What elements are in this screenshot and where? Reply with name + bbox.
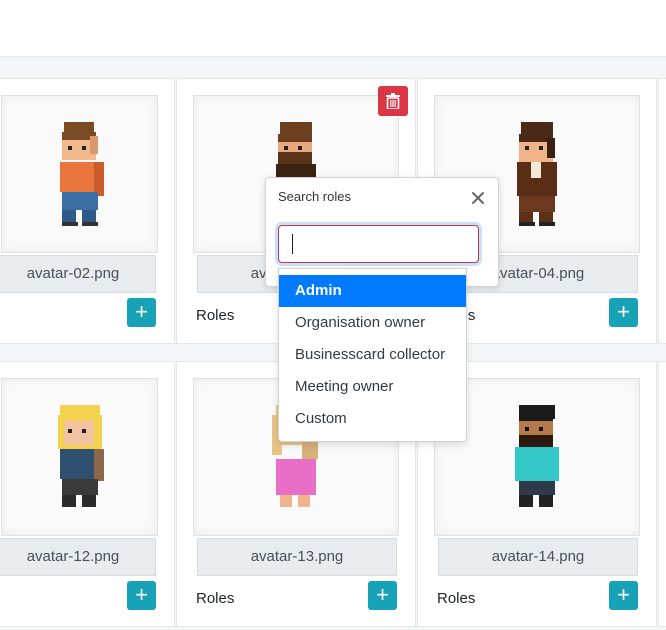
add-role-button[interactable]: + [368, 581, 397, 610]
filename-label: avatar-13.png [197, 538, 397, 576]
search-roles-input[interactable] [278, 225, 479, 263]
avatar-card [658, 361, 666, 627]
delete-button[interactable] [378, 86, 408, 116]
avatar-figure-icon [59, 122, 104, 226]
roles-dropdown: Admin Organisation owner Businesscard co… [278, 268, 467, 442]
avatar-gallery-page: avatar-02.png + avatar-03.png Roles [0, 0, 666, 630]
filename-label: avatar-02.png [0, 255, 156, 293]
avatar-card: avatar-02.png + [0, 78, 175, 344]
role-option-organisation-owner[interactable]: Organisation owner [279, 307, 466, 339]
avatar-image[interactable] [1, 378, 158, 536]
avatar-card: avatar-12.png + [0, 361, 175, 627]
role-option-admin[interactable]: Admin [279, 275, 466, 307]
role-option-businesscard-collector[interactable]: Businesscard collector [279, 339, 466, 371]
roles-label: Roles [196, 590, 235, 607]
close-icon[interactable] [471, 191, 485, 205]
filename-label: avatar-14.png [438, 538, 638, 576]
roles-label: Roles [437, 590, 476, 607]
avatar-figure-icon [515, 405, 559, 507]
add-role-button[interactable]: + [609, 581, 638, 610]
text-caret [292, 234, 293, 254]
roles-label: Roles [196, 307, 235, 324]
add-role-button[interactable]: + [609, 298, 638, 327]
avatar-image[interactable] [1, 95, 158, 253]
avatar-card [658, 78, 666, 344]
popover-title: Search roles [278, 189, 351, 204]
avatar-figure-icon [517, 122, 557, 226]
role-option-meeting-owner[interactable]: Meeting owner [279, 371, 466, 403]
top-bar [0, 0, 666, 57]
avatar-figure-icon [57, 405, 104, 507]
add-role-button[interactable]: + [127, 298, 156, 327]
filename-label: avatar-12.png [0, 538, 156, 576]
role-option-custom[interactable]: Custom [279, 403, 466, 435]
trash-icon [386, 93, 400, 109]
add-role-button[interactable]: + [127, 581, 156, 610]
